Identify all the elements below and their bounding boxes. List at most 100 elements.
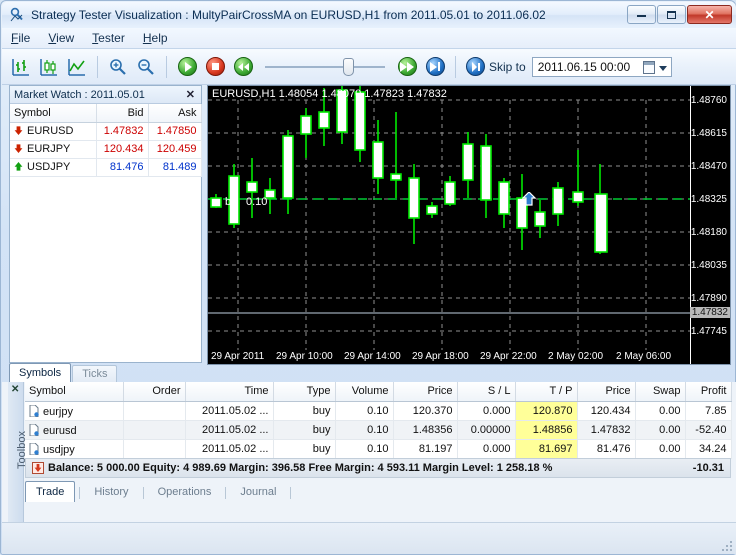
slider-knob[interactable] xyxy=(343,57,354,76)
time-tick: 29 Apr 10:00 xyxy=(276,351,333,362)
main-area: Market Watch : 2011.05.01 ✕ Symbol Bid A… xyxy=(2,85,736,382)
market-watch-tabs: Symbols Ticks xyxy=(9,363,202,382)
table-row[interactable]: eurusd 2011.05.02 ... buy 0.10 1.48356 0… xyxy=(25,420,732,440)
chevron-down-icon[interactable] xyxy=(658,65,667,71)
trade-symbol: usdjpy xyxy=(25,439,124,459)
trade-order xyxy=(123,420,186,440)
play-button[interactable] xyxy=(174,54,200,80)
account-total-profit: -10.31 xyxy=(692,462,724,474)
toolbar-separator xyxy=(166,55,167,78)
current-price-label: 1.47832 xyxy=(689,307,730,318)
column-header-swap[interactable]: Swap xyxy=(635,382,686,402)
column-header-type[interactable]: Type xyxy=(273,382,336,402)
column-header-sl[interactable]: S / L xyxy=(457,382,516,402)
time-tick: 29 Apr 18:00 xyxy=(412,351,469,362)
trade-price: 81.197 xyxy=(393,439,458,459)
menu-item-tester[interactable]: Tester xyxy=(83,29,134,47)
candlestick-chart-button[interactable] xyxy=(36,54,62,80)
close-button[interactable]: ✕ xyxy=(687,5,732,24)
chart-plot: b 0.10 xyxy=(208,86,690,350)
table-row[interactable]: eurjpy 2011.05.02 ... buy 0.10 120.370 0… xyxy=(25,401,732,421)
minimize-button[interactable] xyxy=(627,5,656,24)
slider-track xyxy=(265,65,385,68)
rewind-button[interactable] xyxy=(230,54,256,80)
table-row[interactable]: usdjpy 2011.05.02 ... buy 0.10 81.197 0.… xyxy=(25,439,732,459)
chart-price-axis: 1.48760 1.48615 1.48470 1.48325 1.48180 … xyxy=(689,86,730,364)
column-header-volume[interactable]: Volume xyxy=(335,382,394,402)
line-chart-icon xyxy=(68,58,85,76)
line-chart-button[interactable] xyxy=(64,54,90,80)
trade-tp: 1.48856 xyxy=(515,420,578,440)
step-forward-button[interactable] xyxy=(422,54,448,80)
account-summary-text: Balance: 5 000.00 Equity: 4 989.69 Margi… xyxy=(48,462,553,474)
price-tick: 1.48615 xyxy=(690,128,727,139)
trade-volume: 0.10 xyxy=(335,439,394,459)
trade-price2: 81.476 xyxy=(577,439,636,459)
price-tick: 1.48180 xyxy=(690,227,727,238)
window-title: Strategy Tester Visualization : MultyPai… xyxy=(31,8,546,22)
market-watch-symbol: EURUSD xyxy=(10,122,97,141)
tab-operations[interactable]: Operations xyxy=(148,484,222,502)
market-watch-symbol: EURJPY xyxy=(10,140,97,159)
trade-sl: 0.00000 xyxy=(457,420,516,440)
trade-symbol: eurusd xyxy=(25,420,124,440)
column-header-profit[interactable]: Profit xyxy=(685,382,732,402)
restore-button[interactable] xyxy=(657,5,686,24)
table-row[interactable]: EURUSD 1.47832 1.47850 xyxy=(10,122,202,141)
table-row[interactable]: USDJPY 81.476 81.489 xyxy=(10,158,202,177)
trade-tp: 120.870 xyxy=(515,401,578,421)
tab-divider xyxy=(290,487,292,499)
toolbar: Skip to 2011.06.15 00:00 xyxy=(2,49,736,85)
tab-journal[interactable]: Journal xyxy=(230,484,286,502)
tab-history[interactable]: History xyxy=(84,484,138,502)
resize-grip-icon[interactable] xyxy=(721,540,733,552)
trade-profit: 34.24 xyxy=(685,439,732,459)
zoom-in-button[interactable] xyxy=(105,54,131,80)
tab-symbols[interactable]: Symbols xyxy=(9,363,72,382)
market-watch-header: Market Watch : 2011.05.01 ✕ xyxy=(10,86,201,104)
column-header-price[interactable]: Price xyxy=(393,382,458,402)
table-row[interactable]: EURJPY 120.434 120.459 xyxy=(10,140,202,159)
toolbox-close-icon[interactable]: ✕ xyxy=(11,384,19,395)
zoom-out-button[interactable] xyxy=(133,54,159,80)
bar-chart-button[interactable] xyxy=(8,54,34,80)
market-watch-bid: 81.476 xyxy=(96,158,149,177)
close-icon: ✕ xyxy=(704,7,715,22)
stop-button[interactable] xyxy=(202,54,228,80)
trade-order xyxy=(123,439,186,459)
skip-to-group: Skip to 2011.06.15 00:00 xyxy=(466,56,672,77)
market-watch-ask: 1.47850 xyxy=(148,122,202,141)
fast-forward-button[interactable] xyxy=(394,54,420,80)
column-header-time[interactable]: Time xyxy=(185,382,274,402)
tab-ticks[interactable]: Ticks xyxy=(72,365,118,382)
menu-item-view[interactable]: View xyxy=(39,29,83,47)
trade-price2: 120.434 xyxy=(577,401,636,421)
window-controls: ✕ xyxy=(627,5,732,24)
trade-time: 2011.05.02 ... xyxy=(185,439,274,459)
column-header-order[interactable]: Order xyxy=(123,382,186,402)
chart-panel[interactable]: EURUSD,H1 1.48054 1.48070 1.47823 1.4783… xyxy=(207,85,731,365)
tab-trade[interactable]: Trade xyxy=(25,481,76,502)
skip-to-icon[interactable] xyxy=(466,57,485,76)
column-header-symbol[interactable]: Symbol xyxy=(10,104,97,123)
column-header-price2[interactable]: Price xyxy=(577,382,636,402)
column-header-bid[interactable]: Bid xyxy=(96,104,149,123)
trade-tp: 81.697 xyxy=(515,439,578,459)
menu-item-help[interactable]: Help xyxy=(134,29,177,47)
column-header-symbol[interactable]: Symbol xyxy=(25,382,124,402)
calendar-icon[interactable] xyxy=(642,60,655,74)
market-watch-close-icon[interactable]: ✕ xyxy=(186,88,197,101)
menu-item-file[interactable]: File xyxy=(2,29,39,47)
price-tick: 1.48470 xyxy=(690,161,727,172)
skip-to-date-input[interactable]: 2011.06.15 00:00 xyxy=(531,56,672,77)
tab-divider xyxy=(79,487,81,499)
column-header-tp[interactable]: T / P xyxy=(515,382,578,402)
toolbar-separator xyxy=(455,55,456,78)
column-header-ask[interactable]: Ask xyxy=(148,104,202,123)
step-forward-icon xyxy=(425,57,445,76)
chart-trade-volume: 0.10 xyxy=(246,196,267,208)
candle-series xyxy=(210,86,608,254)
trade-type: buy xyxy=(273,420,336,440)
speed-slider[interactable] xyxy=(265,57,385,77)
toolbox-tabs: Trade History Operations Journal xyxy=(25,481,731,502)
